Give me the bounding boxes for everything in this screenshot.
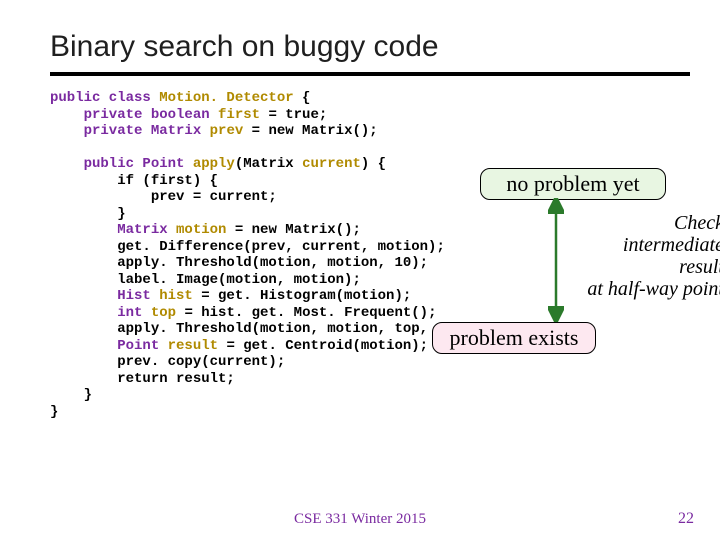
- code-text: prev = current;: [50, 189, 277, 205]
- title-rule: [50, 72, 690, 76]
- code-text: private Matrix: [50, 123, 210, 139]
- code-text: (Matrix: [235, 156, 302, 172]
- code-text: Matrix: [50, 222, 176, 238]
- code-text: public Point: [50, 156, 193, 172]
- code-text: prev: [210, 123, 244, 139]
- code-text: apply. Threshold(motion, motion, top, to…: [50, 321, 478, 337]
- code-text: Motion. Detector: [159, 90, 293, 106]
- code-text: = get. Centroid(motion);: [218, 338, 428, 354]
- code-text: first: [218, 107, 260, 123]
- code-text: int: [50, 305, 151, 321]
- code-text: Hist: [50, 288, 159, 304]
- callout-no-problem: no problem yet: [480, 168, 666, 200]
- callout-problem-exists: problem exists: [432, 322, 596, 354]
- code-text: hist: [159, 288, 193, 304]
- code-text: ) {: [361, 156, 386, 172]
- code-text: if (first) {: [50, 173, 218, 189]
- code-text: = new Matrix();: [226, 222, 360, 238]
- code-text: = get. Histogram(motion);: [193, 288, 411, 304]
- code-text: Point: [50, 338, 168, 354]
- code-text: apply: [193, 156, 235, 172]
- code-text: public class: [50, 90, 159, 106]
- slide-title: Binary search on buggy code: [50, 30, 690, 64]
- code-text: = hist. get. Most. Frequent();: [176, 305, 436, 321]
- code-text: {: [294, 90, 311, 106]
- code-text: = new Matrix();: [243, 123, 377, 139]
- annotation-line: intermediate: [623, 234, 720, 256]
- code-text: private boolean: [50, 107, 218, 123]
- annotation-line: Check: [674, 212, 720, 234]
- code-text: }: [50, 206, 126, 222]
- footer-text: CSE 331 Winter 2015: [0, 511, 720, 528]
- code-text: motion: [176, 222, 226, 238]
- code-text: = true;: [260, 107, 327, 123]
- code-text: }: [50, 404, 58, 420]
- code-text: get. Difference(prev, current, motion);: [50, 239, 445, 255]
- code-text: return result;: [50, 371, 235, 387]
- double-arrow-icon: [548, 198, 564, 322]
- page-number: 22: [678, 510, 694, 528]
- annotation-check: Check intermediate result at half-way po…: [564, 212, 720, 300]
- code-text: }: [50, 387, 92, 403]
- code-text: current: [302, 156, 361, 172]
- code-text: label. Image(motion, motion);: [50, 272, 361, 288]
- annotation-line: at half-way point: [587, 278, 720, 300]
- code-text: prev. copy(current);: [50, 354, 285, 370]
- annotation-line: result: [679, 256, 720, 278]
- code-text: result: [168, 338, 218, 354]
- code-text: apply. Threshold(motion, motion, 10);: [50, 255, 428, 271]
- code-text: top: [151, 305, 176, 321]
- slide: Binary search on buggy code public class…: [0, 0, 720, 540]
